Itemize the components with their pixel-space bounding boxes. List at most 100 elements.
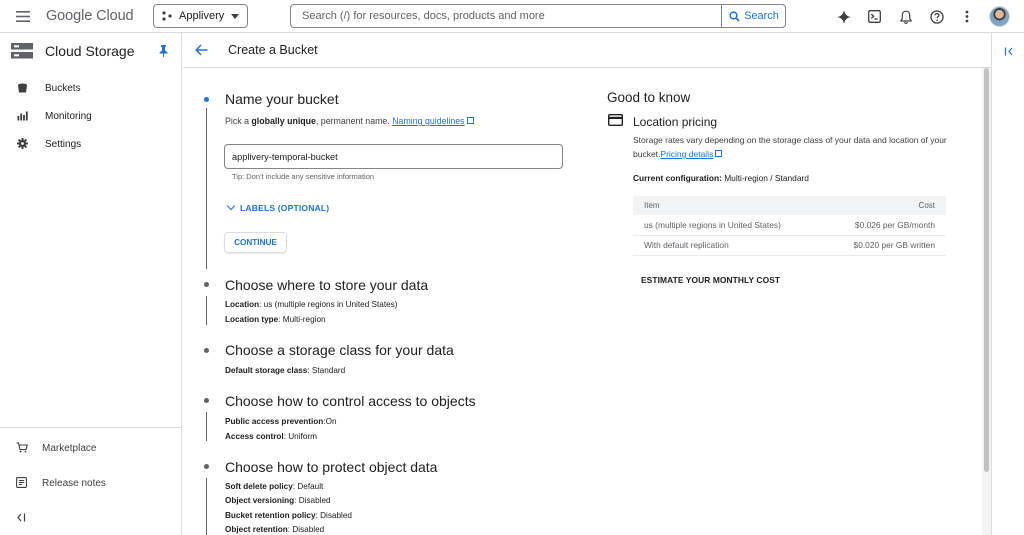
bar-chart-icon [17,110,29,122]
location-type-summary: Location type: Multi-region [225,315,326,324]
brand-cloud: Cloud [96,8,134,24]
table-header-row: Item Cost [633,196,946,215]
bucket-icon [17,82,29,94]
config-label: Current configuration: [633,173,722,183]
desc-bold: globally unique [251,116,316,126]
table-cell-cost: $0.026 per GB/month [822,215,946,236]
step-title-name-bucket: Name your bucket [225,91,339,107]
page-title: Create a Bucket [228,43,318,57]
more-vert-icon[interactable] [959,7,975,26]
gemini-icon[interactable] [834,7,853,26]
search-icon [729,10,740,22]
scrollbar-thumb[interactable] [984,68,989,472]
summary-key: Soft delete policy [225,482,293,491]
project-hierarchy-icon [162,11,172,21]
column-header-item: Item [633,196,823,215]
pin-icon[interactable] [159,45,168,57]
nav-divider [0,427,181,428]
estimate-monthly-cost-button[interactable]: ESTIMATE YOUR MONTHLY COST [641,275,780,285]
desc-prefix: Pick a [225,116,252,126]
search-input[interactable] [291,5,721,27]
chevron-down-icon [231,14,239,19]
product-title: Cloud Storage [45,43,135,59]
notes-icon [16,477,28,489]
search-button[interactable]: Search [721,5,786,27]
back-arrow-icon[interactable] [195,44,208,56]
summary-value: : Disabled [287,525,325,534]
expand-panel-icon[interactable] [1004,47,1014,56]
cloud-shell-icon[interactable] [865,7,884,26]
sidebar-item-buckets[interactable]: Buckets [0,74,181,102]
column-header-cost: Cost [822,196,946,215]
external-link-icon [715,150,723,157]
chevron-down-icon [226,201,236,211]
desc-suffix: , permanent name. [315,116,393,126]
summary-value: : Multi-region [278,315,326,324]
step-indicator [204,282,209,287]
labels-optional-toggle[interactable]: LABELS (OPTIONAL) [226,201,329,213]
sidebar-item-settings[interactable]: Settings [0,130,181,158]
continue-button[interactable]: CONTINUE [224,232,287,253]
bell-icon[interactable] [896,7,915,26]
table-row: us (multiple regions in United States) $… [633,215,946,236]
summary-key: Location type [225,315,279,324]
step-title-location: Choose where to store your data [225,277,429,293]
summary-value: : Uniform [283,432,317,441]
sidebar-item-label: Settings [45,138,82,150]
collapse-nav-icon[interactable] [16,513,26,522]
gear-icon [17,138,29,150]
brand-google: Google [46,8,93,24]
summary-value: : us (multiple regions in United States) [259,300,398,309]
project-name: Applivery [179,10,225,22]
bucket-name-input[interactable] [224,144,563,169]
sidebar-item-release-notes[interactable]: Release notes [0,469,181,497]
credit-card-icon [608,114,623,126]
summary-key: Object versioning [225,496,295,505]
right-side-panel [991,33,1024,535]
config-value: Multi-region / Standard [721,173,809,183]
soft-delete-summary: Soft delete policy: Default [225,482,323,491]
step-indicator [204,464,209,469]
summary-key: Object retention [225,525,288,534]
cloud-storage-product-icon [11,43,33,59]
sidebar-item-label: Release notes [42,477,106,489]
summary-key: Bucket retention policy [225,511,316,520]
project-picker[interactable]: Applivery [153,4,248,28]
help-icon[interactable] [927,7,946,26]
main-menu-icon[interactable] [14,8,32,25]
retention-policy-summary: Bucket retention policy: Disabled [225,511,352,520]
access-control-summary: Access control: Uniform [225,432,317,441]
step-title-access: Choose how to control access to objects [225,393,476,409]
table-cell-cost: $0.020 per GB written [822,235,946,256]
step-indicator-active [204,97,209,102]
left-nav: Cloud Storage Buckets Monitoring Setting… [0,33,182,535]
name-description: Pick a globally unique, permanent name. … [225,116,474,126]
table-cell-item: With default replication [633,235,823,256]
step-title-protect: Choose how to protect object data [225,459,438,475]
step-connector [206,296,207,325]
bucket-name-tip: Tip: Don't include any sensitive informa… [232,172,375,181]
public-access-summary: Public access prevention:On [225,417,337,426]
naming-guidelines-link[interactable]: Naming guidelines [392,116,464,126]
location-summary: Location: us (multiple regions in United… [225,300,397,309]
avatar[interactable] [989,6,1010,27]
summary-key: Location [225,300,260,309]
cart-icon [16,442,28,454]
location-pricing-description: Storage rates vary depending on the stor… [633,133,953,161]
summary-key: Public access prevention [225,417,324,426]
current-configuration: Current configuration: Multi-region / St… [633,173,809,183]
summary-key: Default storage class [225,366,308,375]
step-connector [206,478,207,535]
summary-key: Access control [225,432,284,441]
summary-value: : Disabled [315,511,352,520]
summary-value: : Disabled [294,496,331,505]
sidebar-item-marketplace[interactable]: Marketplace [0,434,181,462]
search-button-label: Search [744,10,779,22]
step-indicator [204,398,209,403]
table-cell-item: us (multiple regions in United States) [633,215,823,236]
location-pricing-title: Location pricing [633,115,718,129]
sidebar-item-monitoring[interactable]: Monitoring [0,102,181,130]
google-cloud-logo[interactable]: Google Cloud [46,8,134,24]
pricing-details-link[interactable]: Pricing details [660,149,713,159]
external-link-icon [466,117,474,124]
